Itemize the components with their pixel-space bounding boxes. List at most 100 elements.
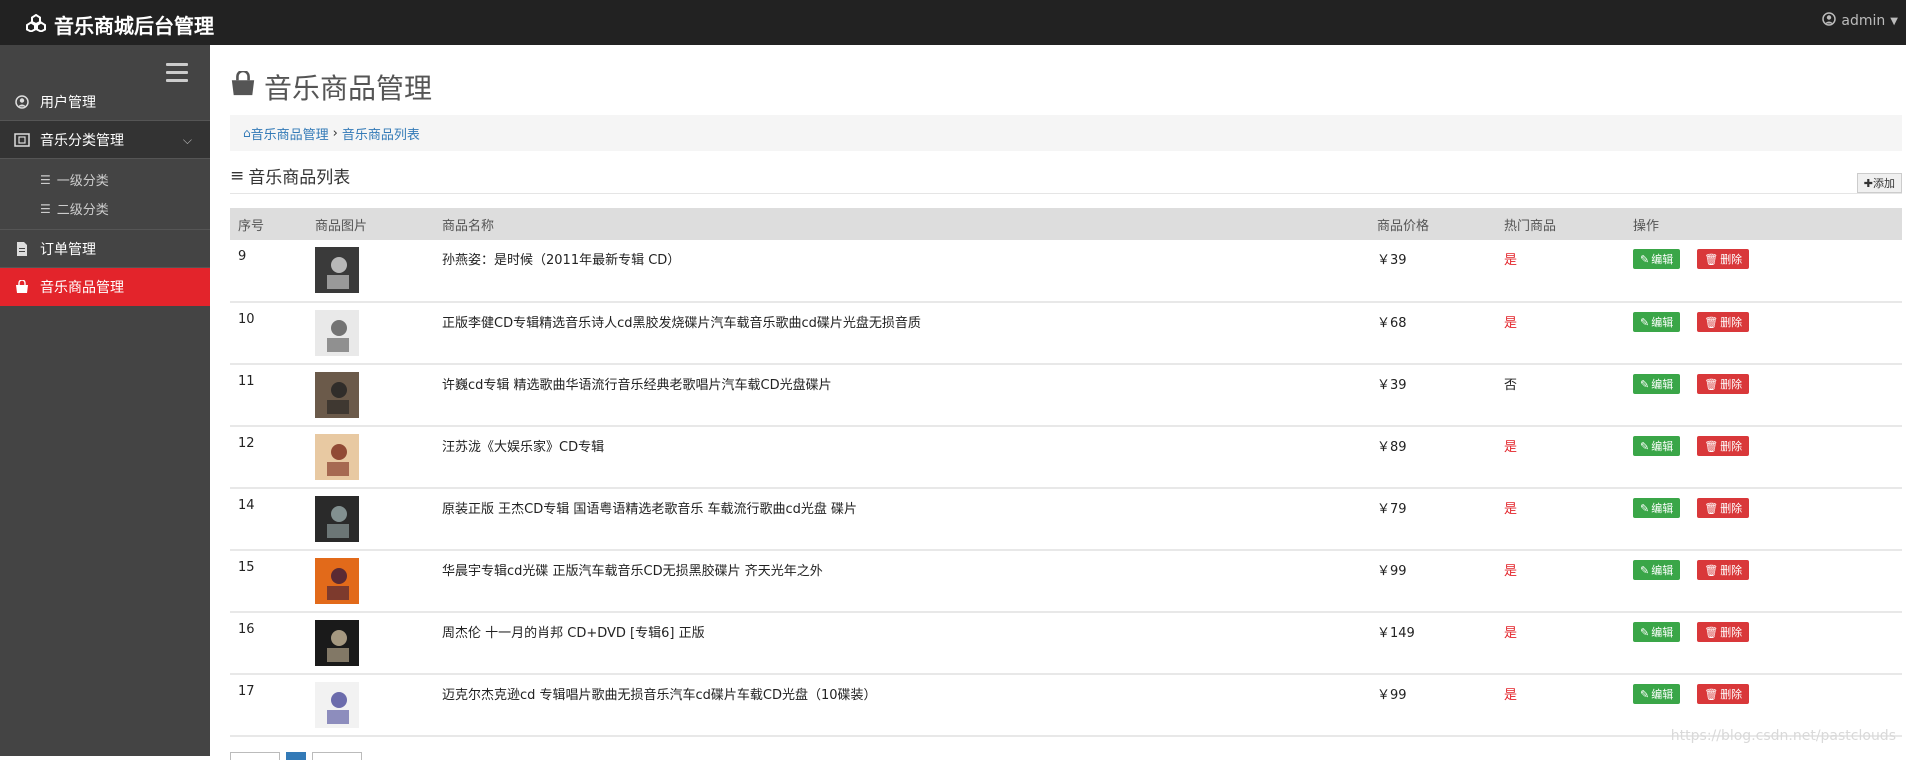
edit-icon: ✎ xyxy=(1640,377,1650,391)
row-hot: 否 xyxy=(1504,378,1518,393)
breadcrumb-home[interactable]: 音乐商品管理 xyxy=(251,124,329,143)
column-header: 操作 xyxy=(1633,218,1660,234)
delete-button-label: 删除 xyxy=(1720,253,1743,266)
album-cover-image xyxy=(315,247,359,293)
breadcrumb: ⌂ 音乐商品管理 › 音乐商品列表 xyxy=(230,115,1902,151)
edit-button-label: 编辑 xyxy=(1651,253,1674,266)
add-button[interactable]: ✚ 添加 xyxy=(1856,173,1902,193)
sidebar-subitem-level2[interactable]: ☰ 二级分类 xyxy=(0,194,210,223)
sidebar-item-users[interactable]: 用户管理 xyxy=(0,83,210,121)
trash-icon: 🗑 xyxy=(1704,687,1719,701)
page-title: 音乐商品管理 xyxy=(230,67,432,107)
sidebar-subitem-level1[interactable]: ☰ 一级分类 xyxy=(0,165,210,194)
table-row: 17 迈克尔杰克逊cd 专辑唱片歌曲无损音乐汽车cd碟片车载CD光盘（10碟装）… xyxy=(230,674,1902,736)
user-circle-icon xyxy=(1822,12,1837,30)
trash-icon: 🗑 xyxy=(1704,439,1719,453)
row-hot: 是 xyxy=(1504,316,1518,331)
album-cover-image xyxy=(315,372,359,418)
page-button[interactable] xyxy=(230,752,280,760)
trash-icon: 🗑 xyxy=(1704,252,1719,266)
row-hot: 是 xyxy=(1504,564,1518,579)
brand[interactable]: 音乐商城后台管理 xyxy=(26,10,214,39)
delete-button[interactable]: 🗑 删除 xyxy=(1697,560,1750,580)
edit-button[interactable]: ✎ 编辑 xyxy=(1633,374,1681,394)
sidebar-item-products[interactable]: 音乐商品管理 xyxy=(0,268,210,306)
edit-button-label: 编辑 xyxy=(1651,564,1674,577)
trash-icon: 🗑 xyxy=(1704,377,1719,391)
edit-icon: ✎ xyxy=(1640,563,1650,577)
row-name: 周杰伦 十一月的肖邦 CD+DVD [专辑6] 正版 xyxy=(442,626,705,641)
breadcrumb-current[interactable]: 音乐商品列表 xyxy=(342,124,420,143)
edit-button[interactable]: ✎ 编辑 xyxy=(1633,312,1681,332)
table-row: 15 华晨宇专辑cd光碟 正版汽车载音乐CD无损黑胶碟片 齐天光年之外 ￥99 … xyxy=(230,550,1902,612)
row-id: 11 xyxy=(238,374,255,389)
sidebar: 用户管理 音乐分类管理 ⌵ ☰ 一级分类 ☰ 二级分类 订单管理 音乐商品管理 xyxy=(0,45,210,756)
sidebar-subitem-label: 一级分类 xyxy=(56,174,109,189)
delete-button-label: 删除 xyxy=(1720,626,1743,639)
edit-icon: ✎ xyxy=(1640,315,1650,329)
row-image-cell xyxy=(307,612,434,674)
row-image-cell xyxy=(307,426,434,488)
row-name: 华晨宇专辑cd光碟 正版汽车载音乐CD无损黑胶碟片 齐天光年之外 xyxy=(442,564,823,579)
page-button-active[interactable] xyxy=(286,752,306,760)
column-header: 商品图片 xyxy=(315,218,368,234)
page-button[interactable] xyxy=(312,752,362,760)
row-price: ￥149 xyxy=(1377,626,1415,641)
row-price: ￥39 xyxy=(1377,378,1407,393)
edit-button[interactable]: ✎ 编辑 xyxy=(1633,436,1681,456)
delete-button[interactable]: 🗑 删除 xyxy=(1697,374,1750,394)
category-icon xyxy=(14,132,30,148)
edit-button[interactable]: ✎ 编辑 xyxy=(1633,622,1681,642)
row-hot: 是 xyxy=(1504,253,1518,268)
row-price: ￥68 xyxy=(1377,316,1407,331)
delete-button[interactable]: 🗑 删除 xyxy=(1697,312,1750,332)
sidebar-item-categories[interactable]: 音乐分类管理 ⌵ xyxy=(0,121,210,159)
delete-button-label: 删除 xyxy=(1720,316,1743,329)
table-row: 14 原装正版 王杰CD专辑 国语粤语精选老歌音乐 车载流行歌曲cd光盘 碟片 … xyxy=(230,488,1902,550)
username: admin xyxy=(1841,13,1886,29)
album-cover-image xyxy=(315,620,359,666)
delete-button[interactable]: 🗑 删除 xyxy=(1697,498,1750,518)
edit-button-label: 编辑 xyxy=(1651,440,1674,453)
table-row: 12 汪苏泷《大娱乐家》CD专辑 ￥89 是 ✎ 编辑 🗑 删除 xyxy=(230,426,1902,488)
pagination[interactable] xyxy=(230,752,362,760)
row-price: ￥79 xyxy=(1377,502,1407,517)
sidebar-item-label: 音乐商品管理 xyxy=(40,280,124,296)
row-actions: ✎ 编辑 🗑 删除 xyxy=(1625,488,1902,550)
album-cover-image xyxy=(315,310,359,356)
sidebar-submenu: ☰ 一级分类 ☰ 二级分类 xyxy=(0,159,210,230)
edit-icon: ✎ xyxy=(1640,252,1650,266)
caret-down-icon: ▼ xyxy=(1890,15,1898,27)
edit-button-label: 编辑 xyxy=(1651,502,1674,515)
divider xyxy=(230,193,1902,194)
row-price: ￥99 xyxy=(1377,688,1407,703)
table-header-row: 序号 商品图片 商品名称 商品价格 热门商品 操作 xyxy=(230,208,1902,240)
row-image-cell xyxy=(307,488,434,550)
row-id: 9 xyxy=(238,249,247,264)
sidebar-toggle-icon[interactable] xyxy=(166,63,188,83)
edit-button[interactable]: ✎ 编辑 xyxy=(1633,498,1681,518)
delete-button-label: 删除 xyxy=(1720,688,1743,701)
sidebar-item-orders[interactable]: 订单管理 xyxy=(0,230,210,268)
row-image-cell xyxy=(307,674,434,736)
edit-button[interactable]: ✎ 编辑 xyxy=(1633,684,1681,704)
user-menu[interactable]: admin ▼ xyxy=(1822,12,1898,30)
delete-button[interactable]: 🗑 删除 xyxy=(1697,684,1750,704)
table-row: 11 许巍cd专辑 精选歌曲华语流行音乐经典老歌唱片汽车载CD光盘碟片 ￥39 … xyxy=(230,364,1902,426)
edit-icon: ✎ xyxy=(1640,501,1650,515)
row-id: 14 xyxy=(238,498,255,513)
row-actions: ✎ 编辑 🗑 删除 xyxy=(1625,240,1902,302)
edit-button[interactable]: ✎ 编辑 xyxy=(1633,249,1681,269)
shopping-bag-icon xyxy=(14,279,30,295)
delete-button[interactable]: 🗑 删除 xyxy=(1697,249,1750,269)
edit-button[interactable]: ✎ 编辑 xyxy=(1633,560,1681,580)
edit-button-label: 编辑 xyxy=(1651,378,1674,391)
watermark: https://blog.csdn.net/pastclouds xyxy=(1670,728,1896,744)
row-image-cell xyxy=(307,302,434,364)
products-table: 序号 商品图片 商品名称 商品价格 热门商品 操作 9 孙燕姿：是时候（2011… xyxy=(230,208,1902,737)
delete-button[interactable]: 🗑 删除 xyxy=(1697,436,1750,456)
delete-button[interactable]: 🗑 删除 xyxy=(1697,622,1750,642)
row-image-cell xyxy=(307,364,434,426)
list-icon: ☰ xyxy=(40,201,51,216)
row-price: ￥89 xyxy=(1377,440,1407,455)
